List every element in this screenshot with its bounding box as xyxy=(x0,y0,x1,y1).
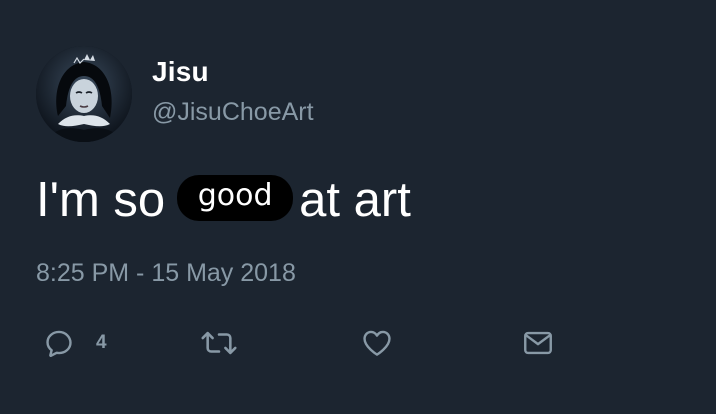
reply-count: 4 xyxy=(96,332,107,353)
retweet-icon xyxy=(201,331,237,355)
redaction-mark: good xyxy=(177,175,294,221)
tweet-text-before: I'm so xyxy=(36,173,166,227)
tweet-timestamp[interactable]: 8:25 PM - 15 May 2018 xyxy=(36,259,296,288)
tweet-actions: 4 xyxy=(0,325,716,365)
heart-icon xyxy=(363,330,391,356)
user-handle[interactable]: @JisuChoeArt xyxy=(152,98,314,127)
redacted-word: good xyxy=(197,178,273,213)
direct-message-button[interactable] xyxy=(520,325,556,361)
tweet-card: Jisu @JisuChoeArt I'm so good at art 8:2… xyxy=(0,0,716,414)
envelope-icon xyxy=(524,331,552,355)
profile-photo xyxy=(36,46,132,142)
reply-button[interactable]: 4 xyxy=(42,325,107,361)
avatar[interactable] xyxy=(36,46,132,142)
tweet-text: I'm so good at art xyxy=(36,170,411,230)
retweet-button[interactable] xyxy=(199,325,239,361)
reply-icon xyxy=(46,330,72,357)
tweet-text-after: at art xyxy=(299,173,411,227)
like-button[interactable] xyxy=(360,325,394,361)
display-name[interactable]: Jisu xyxy=(152,56,209,88)
